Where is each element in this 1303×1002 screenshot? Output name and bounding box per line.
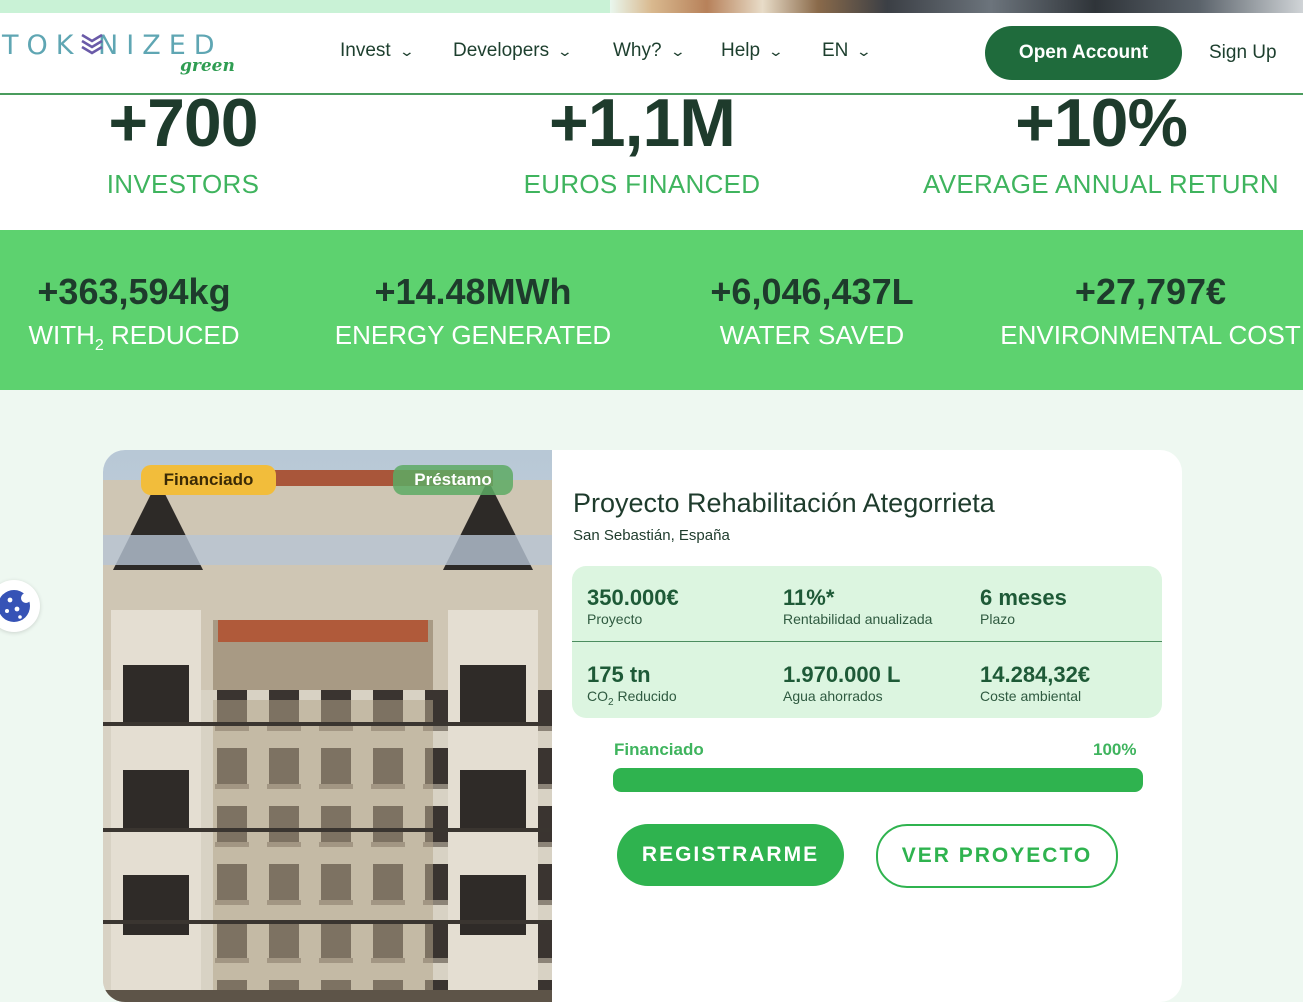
nav-language-label: EN [822, 40, 849, 61]
impact-water: +6,046,437L WATER SAVED [692, 270, 932, 352]
register-button[interactable]: REGISTRARME [617, 824, 844, 886]
impact-env-cost: +27,797€ ENVIRONMENTAL COST [998, 270, 1303, 352]
cookie-settings-button[interactable] [0, 580, 40, 632]
status-badge: Financiado [141, 465, 276, 495]
project-title[interactable]: Proyecto Rehabilitación Ategorrieta [573, 488, 995, 519]
stat-return-label: AVERAGE ANNUAL RETURN [923, 169, 1279, 199]
stat-investors-value: +700 [108, 85, 258, 161]
impact-energy: +14.48MWh ENERGY GENERATED [330, 270, 616, 352]
project-photo[interactable]: Financiado Préstamo [103, 450, 552, 1002]
nav-language[interactable]: EN ⌄ [822, 40, 873, 62]
stat-euros-label: EUROS FINANCED [523, 169, 761, 199]
metric-value: 6 meses [980, 585, 1067, 610]
metric-value: 14.284,32€ [980, 662, 1091, 687]
project-metrics: 350.000€ Proyecto 11%* Rentabilidad anua… [572, 566, 1162, 718]
chevron-stack-icon [81, 33, 103, 55]
big-stats: +700 INVESTORS +1,1M EUROS FINANCED +10%… [0, 85, 1303, 230]
stat-euros-financed: +1,1M EUROS FINANCED [492, 83, 792, 200]
progress-fill [613, 768, 1143, 792]
nav-developers-label: Developers [453, 40, 550, 61]
nav-invest[interactable]: Invest ⌄ [340, 40, 415, 62]
view-project-button[interactable]: VER PROYECTO [876, 824, 1118, 888]
impact-energy-value: +14.48MWh [374, 271, 572, 312]
metric-label: Rentabilidad anualizada [783, 611, 933, 627]
project-card: Financiado Préstamo Proyecto Rehabilitac… [103, 450, 1182, 1002]
stat-average-return: +10% AVERAGE ANNUAL RETURN [915, 83, 1287, 200]
nav-developers[interactable]: Developers ⌄ [453, 40, 574, 62]
impact-co2-value: +363,594kg [37, 271, 231, 312]
type-badge: Préstamo [393, 465, 513, 495]
stat-euros-value: +1,1M [549, 85, 736, 161]
metric-value: 11%* [783, 585, 835, 610]
metric-water: 1.970.000 L Agua ahorrados [783, 662, 900, 704]
impact-env-value: +27,797€ [1074, 271, 1227, 312]
progress-percent: 100% [1093, 740, 1137, 759]
metric-label: Plazo [980, 611, 1016, 627]
metric-return: 11%* Rentabilidad anualizada [783, 585, 932, 627]
building-illustration [103, 450, 552, 1002]
impact-stats-band: +363,594kg WITH2 REDUCED +14.48MWh ENERG… [0, 230, 1303, 390]
impact-water-label: WATER SAVED [719, 320, 905, 350]
cookie-icon [0, 590, 31, 622]
metric-value: 350.000€ [587, 585, 679, 610]
impact-co2: +363,594kg WITH2 REDUCED [14, 270, 254, 363]
nav-help-label: Help [721, 40, 761, 61]
metric-label: Agua ahorrados [783, 688, 883, 704]
impact-water-value: +6,046,437L [710, 271, 914, 312]
project-location: San Sebastián, España [573, 527, 730, 544]
metric-project-amount: 350.000€ Proyecto [587, 585, 679, 627]
metric-term: 6 meses Plazo [980, 585, 1067, 627]
metric-co2: 175 tn CO2 Reducido [587, 662, 677, 711]
sign-up-link[interactable]: Sign Up [1209, 42, 1277, 64]
chevron-down-icon: ⌄ [856, 42, 873, 59]
progress-bar [613, 768, 1143, 792]
metric-label: Coste ambiental [980, 688, 1082, 704]
metric-value: 1.970.000 L [783, 662, 901, 687]
metric-value: 175 tn [587, 662, 651, 687]
top-banner-strip [0, 0, 1303, 13]
stat-return-value: +10% [1015, 85, 1188, 161]
metric-label: CO2 Reducido [587, 688, 677, 708]
metric-label: Proyecto [587, 611, 643, 627]
impact-energy-label: ENERGY GENERATED [334, 320, 612, 350]
project-info: Proyecto Rehabilitación Ategorrieta San … [572, 450, 1162, 1002]
metric-env-cost: 14.284,32€ Coste ambiental [980, 662, 1090, 704]
stat-investors: +700 INVESTORS [58, 83, 308, 200]
nav-why[interactable]: Why? ⌄ [613, 40, 686, 62]
banner-photo [610, 0, 1303, 13]
impact-env-label: ENVIRONMENTAL COST [1000, 320, 1301, 350]
logo[interactable]: TOK NIZED green [2, 30, 242, 82]
progress-label: Financiado [614, 740, 704, 759]
metrics-divider [572, 641, 1162, 642]
logo-subtitle: green [180, 56, 235, 76]
nav-invest-label: Invest [340, 40, 391, 61]
nav-help[interactable]: Help ⌄ [721, 40, 785, 62]
projects-section: Financiado Préstamo Proyecto Rehabilitac… [0, 390, 1303, 1002]
stat-investors-label: INVESTORS [106, 169, 260, 199]
chevron-down-icon: ⌄ [669, 42, 686, 59]
nav-why-label: Why? [613, 40, 662, 61]
chevron-down-icon: ⌄ [767, 42, 785, 59]
open-account-button[interactable]: Open Account [985, 26, 1182, 80]
impact-co2-label: WITH2 REDUCED [28, 320, 240, 355]
chevron-down-icon: ⌄ [398, 42, 415, 59]
chevron-down-icon: ⌄ [556, 42, 574, 59]
